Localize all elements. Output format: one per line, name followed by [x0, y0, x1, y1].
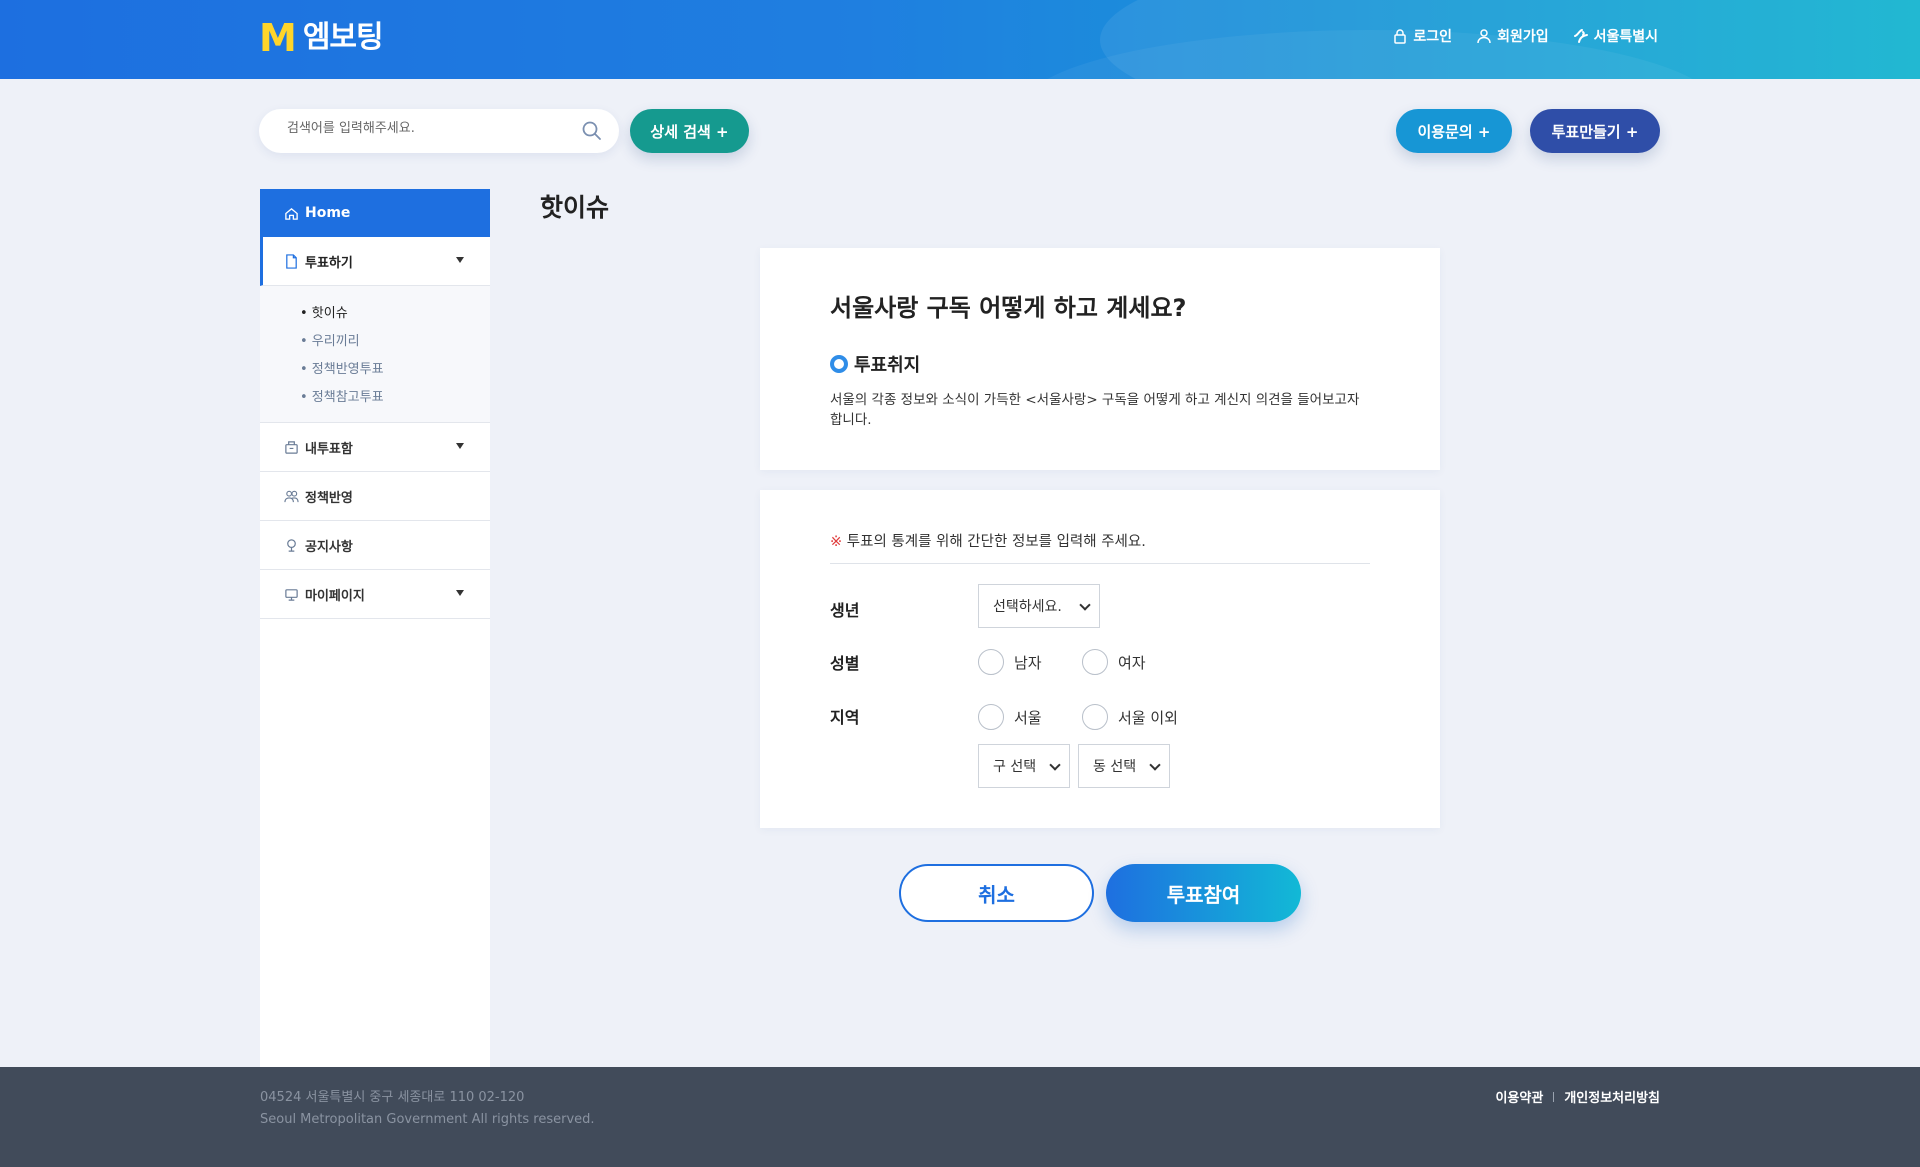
footer-address: 04524 서울특별시 중구 세종대로 110 02-120 — [260, 1090, 525, 1105]
sidebar-item-home[interactable]: Home — [260, 189, 490, 237]
footer-copyright: Seoul Metropolitan Government All rights… — [260, 1112, 595, 1127]
footer-divider — [1553, 1091, 1555, 1102]
radio-circle — [978, 704, 1004, 730]
page-title: 핫이슈 — [540, 193, 610, 222]
purpose-text: 서울의 각종 정보와 소식이 가득한 <서울사랑> 구독을 어떻게 하고 계신지… — [830, 392, 1360, 428]
terms-link[interactable]: 이용약관 — [1495, 1087, 1543, 1106]
site-footer: 04524 서울특별시 중구 세종대로 110 02-120 Seoul Met… — [0, 1067, 1920, 1167]
gender-male-radio[interactable]: 남자 — [978, 649, 1042, 675]
voter-info-card: ※ 투표의 통계를 위해 간단한 정보를 입력해 주세요. 생년 선택하세요. … — [760, 490, 1440, 828]
gender-label: 성별 — [830, 654, 860, 673]
footer-address-block: 04524 서울특별시 중구 세종대로 110 02-120 Seoul Met… — [260, 1087, 595, 1131]
sidebar-item-label: 정책반영 — [305, 490, 353, 506]
create-vote-button[interactable]: 투표만들기 + — [1530, 109, 1660, 153]
subnav-item-policy-reference[interactable]: • 정책참고투표 — [300, 384, 490, 412]
sidebar-item-label: 내투표함 — [305, 441, 353, 457]
caret-down-icon — [456, 443, 464, 449]
subnav-item-hot-issue[interactable]: • 핫이슈 — [300, 300, 490, 328]
sidebar-item-vote[interactable]: 투표하기 — [260, 237, 490, 286]
gender-female-radio[interactable]: 여자 — [1082, 649, 1146, 675]
birth-year-select[interactable]: 선택하세요. — [978, 584, 1100, 628]
gu-select-value: 구 선택 — [993, 759, 1037, 775]
megaphone-icon — [287, 538, 296, 552]
footer-links: 이용약관 개인정보처리방침 — [1495, 1087, 1660, 1106]
bullet-ring-icon — [830, 355, 848, 373]
sidebar-item-label: 마이페이지 — [305, 588, 365, 604]
dong-select-value: 동 선택 — [1093, 759, 1137, 775]
birth-select-value: 선택하세요. — [993, 599, 1062, 615]
detail-search-button[interactable]: 상세 검색 + — [630, 109, 749, 153]
region-other-label: 서울 이외 — [1118, 708, 1178, 727]
sidebar-item-label: 투표하기 — [305, 255, 353, 271]
seoul-link[interactable]: 서울특별시 — [1573, 26, 1658, 46]
signup-label: 회원가입 — [1497, 29, 1549, 45]
sidebar-home-label: Home — [305, 205, 351, 221]
logo-text: 엠보팅 — [302, 20, 384, 55]
search-input[interactable] — [287, 121, 567, 136]
region-other-radio[interactable]: 서울 이외 — [1082, 704, 1178, 730]
sidebar-item-notice[interactable]: 공지사항 — [260, 521, 490, 570]
seoul-logo-icon — [1573, 29, 1588, 43]
login-label: 로그인 — [1413, 29, 1453, 45]
notice-text: 투표의 통계를 위해 간단한 정보를 입력해 주세요. — [842, 534, 1146, 550]
site-logo[interactable]: M 엠보팅 — [259, 16, 384, 60]
radio-circle — [978, 649, 1004, 675]
lock-icon — [1394, 29, 1407, 44]
signup-link[interactable]: 회원가입 — [1476, 26, 1549, 46]
sidebar-item-my-votes[interactable]: 내투표함 — [260, 423, 490, 472]
vote-submit-button[interactable]: 투표참여 — [1106, 864, 1301, 922]
gender-female-label: 여자 — [1118, 653, 1146, 672]
privacy-link[interactable]: 개인정보처리방침 — [1564, 1087, 1660, 1106]
vote-info-card: 서울사랑 구독 어떻게 하고 계세요? 투표취지 서울의 각종 정보와 소식이 … — [760, 248, 1440, 470]
region-seoul-radio[interactable]: 서울 — [978, 704, 1042, 730]
inbox-icon — [285, 440, 298, 454]
logo-mark: M — [259, 16, 297, 60]
chevron-down-icon — [1079, 599, 1091, 611]
gu-select[interactable]: 구 선택 — [978, 744, 1070, 788]
search-icon[interactable] — [581, 120, 603, 142]
region-label: 지역 — [830, 708, 860, 727]
sidebar-item-mypage[interactable]: 마이페이지 — [260, 570, 490, 619]
subnav-item-ourselves[interactable]: • 우리끼리 — [300, 328, 490, 356]
inquiry-button[interactable]: 이용문의 + — [1396, 109, 1512, 153]
radio-circle — [1082, 649, 1108, 675]
purpose-heading-label: 투표취지 — [854, 355, 921, 376]
subnav-item-policy-vote[interactable]: • 정책반영투표 — [300, 356, 490, 384]
sidebar-subnav: • 핫이슈 • 우리끼리 • 정책반영투표 • 정책참고투표 — [260, 286, 490, 423]
caret-down-icon — [456, 257, 464, 263]
sidebar-item-policy[interactable]: 정책반영 — [260, 472, 490, 521]
radio-circle — [1082, 704, 1108, 730]
purpose-heading: 투표취지 — [830, 351, 920, 377]
seoul-label: 서울특별시 — [1593, 29, 1658, 45]
monitor-icon — [285, 588, 298, 601]
chevron-down-icon — [1149, 759, 1161, 771]
sidebar-item-label: 공지사항 — [305, 539, 353, 555]
caret-down-icon — [456, 590, 464, 596]
user-icon — [1477, 29, 1491, 44]
birth-label: 생년 — [830, 601, 860, 620]
region-seoul-label: 서울 — [1014, 708, 1042, 727]
gender-male-label: 남자 — [1014, 653, 1042, 672]
dong-select[interactable]: 동 선택 — [1078, 744, 1170, 788]
document-icon — [286, 253, 297, 269]
cancel-button[interactable]: 취소 — [899, 864, 1094, 922]
info-notice: ※ 투표의 통계를 위해 간단한 정보를 입력해 주세요. — [830, 530, 1370, 564]
notice-mark: ※ — [830, 534, 843, 550]
chevron-down-icon — [1049, 759, 1061, 771]
people-icon — [284, 490, 299, 502]
search-box — [259, 109, 619, 153]
sidebar: Home 투표하기 • 핫이슈 • 우리끼리 • 정책반영투표 • 정책참고투표… — [260, 189, 490, 1067]
site-header: M 엠보팅 로그인 회원가입 서울특별시 — [0, 0, 1920, 79]
home-icon — [285, 207, 298, 220]
top-links: 로그인 회원가입 서울특별시 — [1392, 26, 1658, 46]
login-link[interactable]: 로그인 — [1392, 26, 1452, 46]
vote-question: 서울사랑 구독 어떻게 하고 계세요? — [830, 294, 1187, 322]
